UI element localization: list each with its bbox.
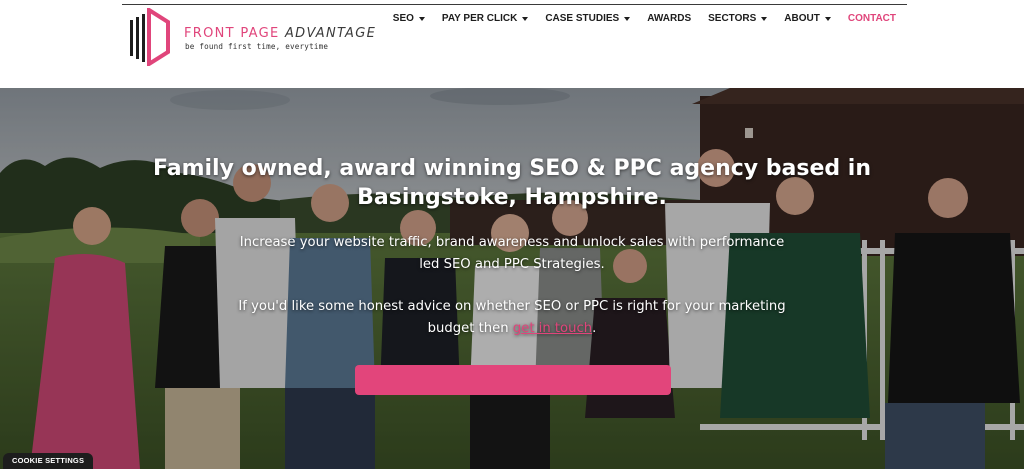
nav-item-about[interactable]: ABOUT [784,13,831,24]
nav-item-pay-per-click[interactable]: PAY PER CLICK [442,13,529,24]
cookie-settings-button[interactable]: COOKIE SETTINGS [3,453,94,469]
nav-item-seo[interactable]: SEO [393,13,425,24]
brand-name: FRONT PAGE ADVANTAGE [184,26,377,41]
brand-tagline: be found first time, everytime [185,42,329,51]
chevron-down-icon [761,16,768,21]
hero-section [0,88,1024,469]
nav-item-sectors[interactable]: SECTORS [708,13,768,24]
nav-item-case-studies[interactable]: CASE STUDIES [545,13,631,24]
hero-heading: Family owned, award winning SEO & PPC ag… [152,156,872,210]
site-logo-link[interactable]: FRONT PAGE ADVANTAGE be found first time… [128,8,375,66]
logo-icon [130,8,170,66]
get-in-touch-link[interactable]: get in touch [513,321,592,336]
hero-cta-button[interactable] [355,365,671,395]
chevron-down-icon [624,16,631,21]
nav-item-awards[interactable]: AWARDS [647,13,691,24]
nav-item-contact[interactable]: CONTACT [848,13,896,24]
chevron-down-icon [824,16,831,21]
chevron-down-icon [418,16,425,21]
site-header: FRONT PAGE ADVANTAGE be found first time… [0,0,1024,88]
chevron-down-icon [522,16,529,21]
header-divider [122,4,907,5]
hero-overlay [0,88,1024,469]
hero-intro-text: Increase your website traffic, brand awa… [239,235,785,272]
main-navigation: SEO PAY PER CLICK CASE STUDIES AWARDS SE… [393,13,896,24]
hero-advice-text: If you'd like some honest advice on whet… [238,299,786,336]
